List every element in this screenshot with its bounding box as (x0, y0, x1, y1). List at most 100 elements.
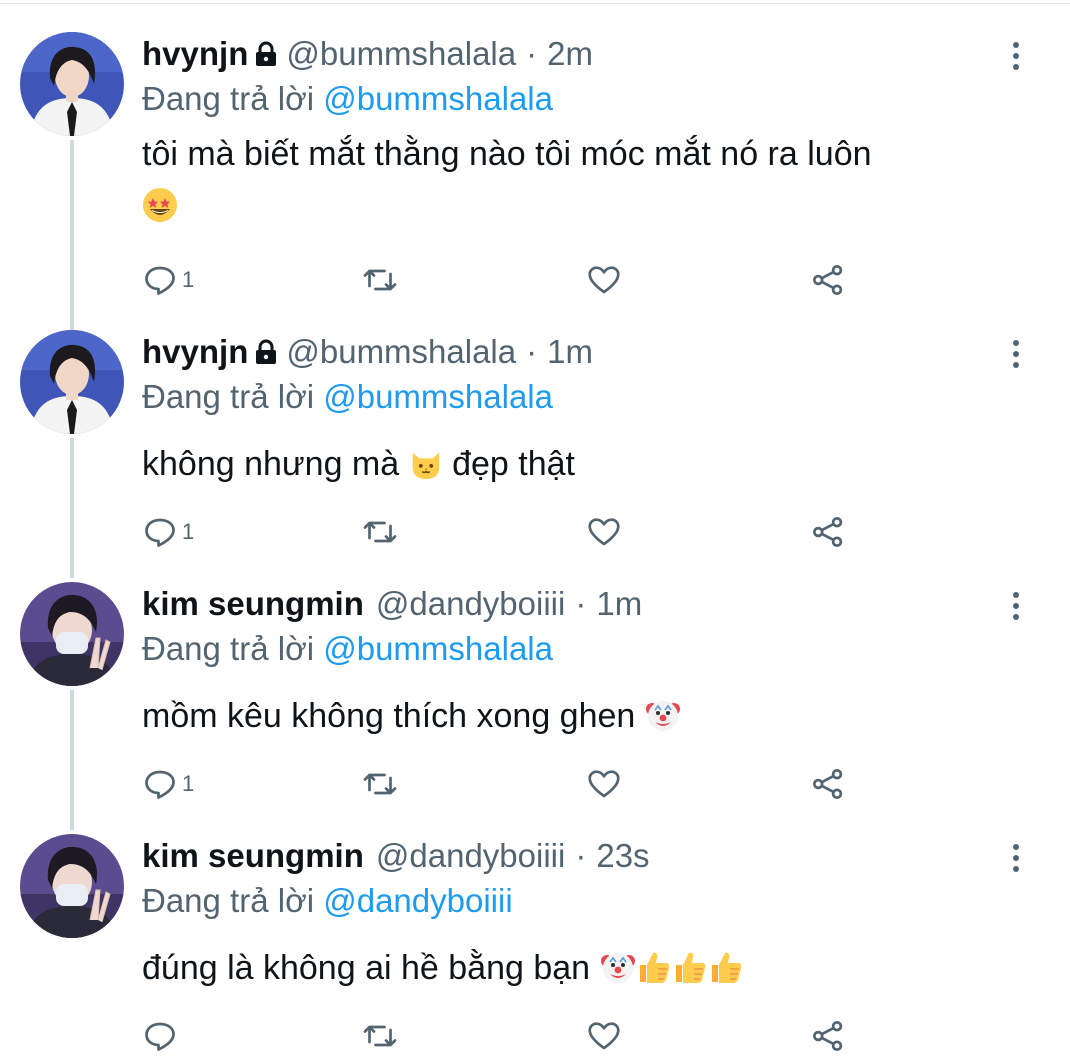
display-name[interactable]: hvynjn (142, 35, 248, 73)
mention-link[interactable]: @bummshalala (323, 630, 553, 667)
replying-to: Đang trả lời @bummshalala (142, 378, 553, 416)
star-struck-emoji (142, 186, 178, 238)
avatar[interactable] (20, 32, 124, 136)
reply-count: 1 (182, 519, 195, 544)
more-icon[interactable] (998, 838, 1034, 878)
reply-button[interactable]: 1 (142, 512, 194, 552)
timestamp[interactable]: 1m (547, 333, 593, 371)
tweet-header: kim seungmin @dandyboiiii · 1m (142, 584, 642, 624)
tweet-text-part: mồm kêu không thích xong ghen (142, 697, 636, 735)
reply-button[interactable]: 1 (142, 260, 194, 300)
share-icon (813, 769, 843, 799)
tweet-header: hvynjn @bummshalala · 1m (142, 332, 593, 372)
more-icon[interactable] (998, 586, 1034, 626)
user-handle[interactable]: @dandyboiiii (376, 837, 565, 875)
replying-prefix: Đang trả lời (142, 630, 315, 667)
top-divider (0, 3, 1070, 4)
replying-prefix: Đang trả lời (142, 378, 315, 415)
replying-prefix: Đang trả lời (142, 80, 315, 117)
tweet[interactable]: kim seungmin @dandyboiiii · 23s Đang trả… (0, 834, 1070, 1062)
tweet-header: hvynjn @bummshalala · 2m (142, 34, 593, 74)
reply-button[interactable]: 1 (142, 764, 194, 804)
clown-face-emoji (600, 948, 636, 1000)
more-icon[interactable] (998, 334, 1034, 374)
like-button[interactable] (586, 260, 622, 300)
thumbs-up-emoji (708, 948, 744, 1000)
retweet-icon (363, 773, 397, 795)
retweet-button[interactable] (362, 260, 398, 300)
user-handle[interactable]: @dandyboiiii (376, 585, 565, 623)
retweet-button[interactable] (362, 764, 398, 804)
tweet-text: mồm kêu không thích xong ghen (142, 690, 1022, 748)
replying-to: Đang trả lời @bummshalala (142, 630, 553, 668)
like-button[interactable] (586, 512, 622, 552)
replying-to: Đang trả lời @bummshalala (142, 80, 553, 118)
clown-face-emoji (645, 696, 681, 748)
retweet-button[interactable] (362, 512, 398, 552)
separator-dot: · (575, 585, 587, 622)
share-button[interactable] (810, 764, 846, 804)
tweet[interactable]: hvynjn @bummshalala · 1m Đang trả lời @b… (0, 330, 1070, 582)
display-name[interactable]: kim seungmin (142, 585, 364, 623)
cat-face-emoji (409, 444, 443, 496)
tweet-text-part: không nhưng mà (142, 445, 400, 483)
avatar[interactable] (20, 834, 124, 938)
reply-icon (145, 770, 175, 799)
timestamp[interactable]: 23s (596, 837, 649, 875)
separator-dot: · (575, 837, 587, 874)
display-name[interactable]: hvynjn (142, 333, 248, 371)
timestamp[interactable]: 2m (547, 35, 593, 73)
tweet-text: không nhưng mà đẹp thật (142, 438, 1022, 496)
reply-icon (145, 518, 175, 547)
heart-icon (588, 518, 620, 546)
thumbs-up-emoji (672, 948, 708, 1000)
heart-icon (588, 770, 620, 798)
share-icon (813, 517, 843, 547)
user-handle[interactable]: @bummshalala (286, 35, 516, 73)
heart-icon (588, 1022, 620, 1050)
action-bar (0, 1016, 1070, 1056)
tweet[interactable]: hvynjn @bummshalala · 2m Đang trả lời @b… (0, 32, 1070, 295)
retweet-button[interactable] (362, 1016, 398, 1056)
action-bar: 1 (0, 260, 1070, 300)
tweet-text: đúng là không ai hề bằng bạn (142, 942, 1022, 1000)
replying-prefix: Đang trả lời (142, 882, 315, 919)
tweet-text-line: tôi mà biết mắt thằng nào tôi móc mắt nó… (142, 135, 872, 173)
tweet-text-part: đẹp thật (452, 445, 575, 483)
timestamp[interactable]: 1m (596, 585, 642, 623)
separator-dot: · (526, 333, 538, 370)
share-button[interactable] (810, 512, 846, 552)
share-button[interactable] (810, 1016, 846, 1056)
mention-link[interactable]: @bummshalala (323, 80, 553, 117)
avatar[interactable] (20, 330, 124, 434)
action-bar: 1 (0, 764, 1070, 804)
more-icon[interactable] (998, 36, 1034, 76)
lock-icon (254, 37, 278, 75)
tweet-text: tôi mà biết mắt thằng nào tôi móc mắt nó… (142, 128, 1022, 238)
user-handle[interactable]: @bummshalala (286, 333, 516, 371)
retweet-icon (363, 521, 397, 543)
tweet[interactable]: kim seungmin @dandyboiiii · 1m Đang trả … (0, 582, 1070, 834)
reply-button[interactable] (142, 1016, 182, 1056)
tweet-text-part: đúng là không ai hề bằng bạn (142, 949, 591, 987)
thumbs-up-emoji (636, 948, 672, 1000)
like-button[interactable] (586, 764, 622, 804)
action-bar: 1 (0, 512, 1070, 552)
avatar[interactable] (20, 582, 124, 686)
reply-count: 1 (182, 771, 195, 796)
tweet-header: kim seungmin @dandyboiiii · 23s (142, 836, 650, 876)
reply-count: 1 (182, 267, 195, 292)
separator-dot: · (526, 35, 538, 72)
lock-icon (254, 335, 278, 373)
retweet-icon (363, 269, 397, 291)
replying-to: Đang trả lời @dandyboiiii (142, 882, 513, 920)
mention-link[interactable]: @dandyboiiii (323, 882, 512, 919)
reply-icon (145, 266, 175, 295)
display-name[interactable]: kim seungmin (142, 837, 364, 875)
mention-link[interactable]: @bummshalala (323, 378, 553, 415)
like-button[interactable] (586, 1016, 622, 1056)
share-icon (813, 1021, 843, 1051)
reply-icon (145, 1022, 175, 1051)
retweet-icon (363, 1025, 397, 1047)
share-button[interactable] (810, 260, 846, 300)
